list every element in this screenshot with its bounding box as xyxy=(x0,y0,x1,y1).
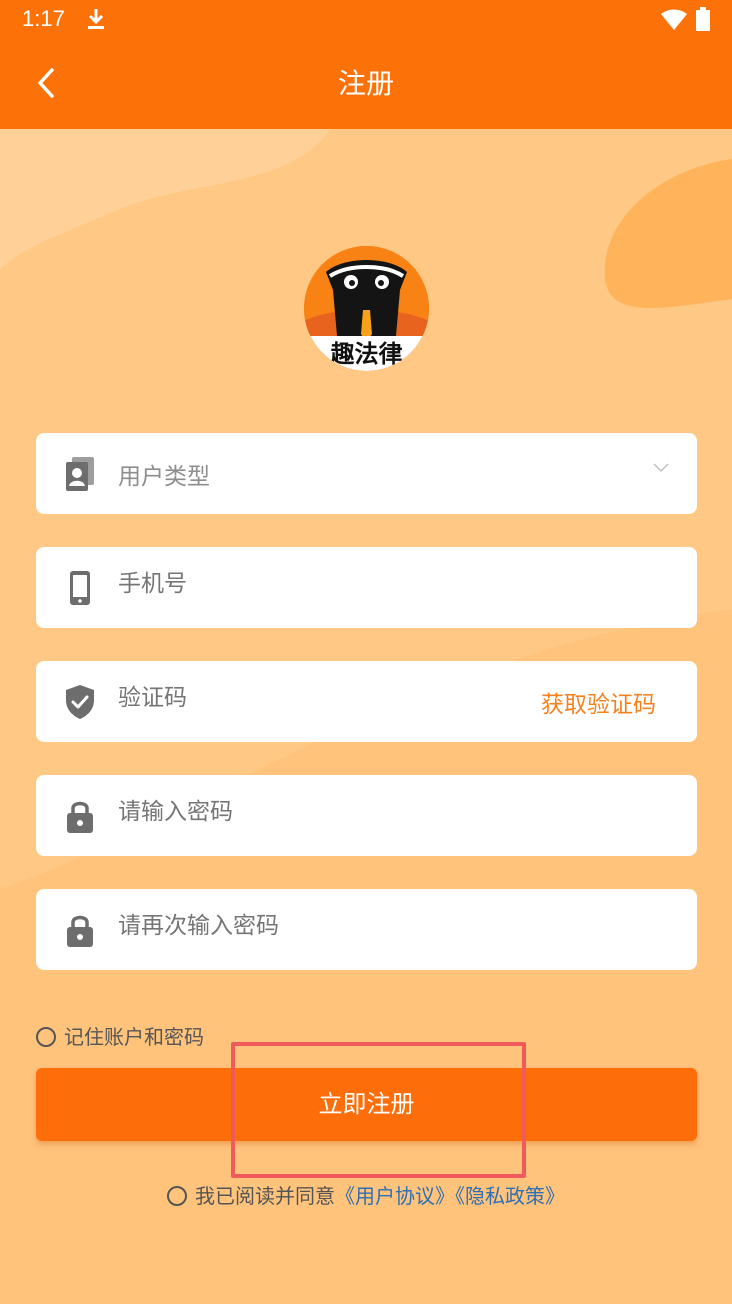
password-field[interactable] xyxy=(36,775,697,856)
verification-code-field[interactable]: 获取验证码 xyxy=(36,661,697,742)
remember-label: 记住账户和密码 xyxy=(64,1025,204,1049)
highlight-box xyxy=(231,1042,526,1178)
agreement-radio-icon[interactable] xyxy=(167,1186,187,1206)
verification-code-input[interactable] xyxy=(118,685,418,711)
get-code-button[interactable]: 获取验证码 xyxy=(541,685,656,719)
chevron-down-icon xyxy=(653,463,669,473)
page-title: 注册 xyxy=(337,67,394,100)
user-type-placeholder: 用户类型 xyxy=(118,464,210,490)
app-logo: 趣法律 xyxy=(304,246,429,371)
status-bar: 1:17 xyxy=(0,0,732,40)
lock-icon xyxy=(67,801,93,833)
wifi-icon xyxy=(661,9,687,30)
agreement-prefix: 我已阅读并同意 xyxy=(195,1184,335,1208)
confirm-password-field[interactable] xyxy=(36,889,697,970)
status-time: 1:17 xyxy=(22,6,65,31)
lock-icon xyxy=(67,915,93,947)
remember-radio-icon xyxy=(36,1027,56,1047)
phone-input[interactable] xyxy=(118,571,518,597)
id-card-icon xyxy=(66,457,94,491)
download-icon xyxy=(88,9,104,29)
remember-checkbox[interactable]: 记住账户和密码 xyxy=(36,1021,204,1050)
app-bar: 注册 xyxy=(0,40,732,129)
phone-field[interactable] xyxy=(36,547,697,628)
shield-check-icon xyxy=(66,685,94,719)
battery-icon xyxy=(696,7,710,31)
password-input[interactable] xyxy=(118,799,518,825)
user-agreement-link[interactable]: 《用户协议》 xyxy=(335,1184,455,1208)
privacy-policy-link[interactable]: 《隐私政策》 xyxy=(455,1184,565,1208)
logo-text: 趣法律 xyxy=(330,340,403,368)
agreement-row: 我已阅读并同意《用户协议》《隐私政策》 xyxy=(0,1180,732,1209)
user-type-select[interactable]: 用户类型 xyxy=(36,433,697,514)
confirm-password-input[interactable] xyxy=(118,913,518,939)
phone-icon xyxy=(70,571,90,605)
